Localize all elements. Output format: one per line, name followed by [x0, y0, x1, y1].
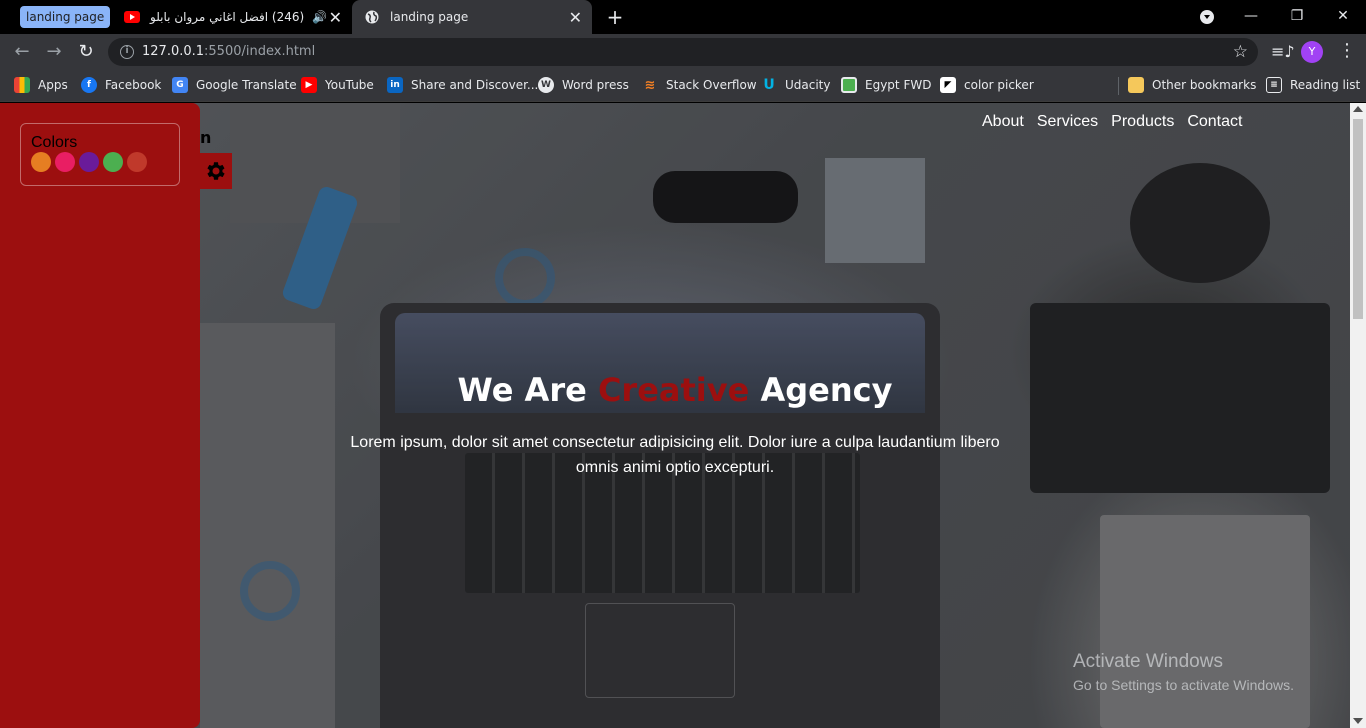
bookmark-youtube[interactable]: ▶ YouTube — [301, 70, 374, 100]
scroll-down-arrow-icon[interactable] — [1353, 718, 1363, 724]
landing-page: n About Services Products Contact We Are… — [0, 103, 1350, 728]
address-path: :5500/index.html — [204, 44, 316, 59]
colors-title: Colors — [31, 134, 78, 151]
bookmark-star-icon[interactable]: ☆ — [1233, 38, 1248, 66]
forward-icon[interactable]: → — [44, 42, 64, 62]
color-swatch-list — [31, 152, 147, 172]
folder-icon — [1128, 77, 1144, 93]
activate-windows-watermark: Activate Windows Go to Settings to activ… — [1073, 651, 1294, 693]
globe-icon — [364, 9, 380, 25]
bookmark-udacity[interactable]: U Udacity — [761, 70, 830, 100]
settings-toggle-button[interactable] — [200, 153, 232, 189]
color-swatch[interactable] — [127, 152, 147, 172]
new-tab-button[interactable]: + — [604, 6, 626, 28]
tab-title: landing page — [390, 10, 469, 24]
kebab-menu-icon[interactable]: ⋮ — [1338, 40, 1356, 61]
bookmarks-divider — [1118, 77, 1119, 95]
bookmark-egypt-fwd[interactable]: Egypt FWD — [841, 70, 931, 100]
facebook-icon: f — [81, 77, 97, 93]
bookmark-google-translate[interactable]: G Google Translate — [172, 70, 297, 100]
profile-avatar[interactable]: Y — [1301, 41, 1323, 63]
close-tab-icon[interactable]: ✕ — [569, 8, 582, 27]
color-swatch[interactable] — [79, 152, 99, 172]
tab-youtube[interactable]: (246) افضل اغاني مروان بابلو 🔊 ✕ — [112, 0, 352, 34]
restore-icon[interactable]: ❐ — [1274, 0, 1320, 34]
bookmark-linkedin[interactable]: in Share and Discover... — [387, 70, 538, 100]
site-logo[interactable]: n — [200, 128, 211, 147]
scroll-thumb[interactable] — [1353, 119, 1363, 319]
color-swatch[interactable] — [55, 152, 75, 172]
color-swatch[interactable] — [103, 152, 123, 172]
reading-list[interactable]: ≡ Reading list — [1266, 70, 1360, 100]
reload-icon[interactable]: ↻ — [76, 42, 96, 62]
apps-icon — [14, 77, 30, 93]
nav-link-about[interactable]: About — [982, 113, 1024, 131]
scroll-up-arrow-icon[interactable] — [1353, 106, 1363, 112]
browser-toolbar: ← → ↻ i 127.0.0.1:5500/index.html ☆ ≡♪ Y… — [0, 34, 1366, 70]
hero-title: We Are Creative Agency — [457, 371, 893, 409]
tab-title: (246) افضل اغاني مروان بابلو — [150, 10, 305, 24]
youtube-icon — [124, 9, 140, 25]
address-host: 127.0.0.1 — [142, 44, 205, 59]
bookmark-stackoverflow[interactable]: ≋ Stack Overflow — [642, 70, 757, 100]
media-controls-icon[interactable]: ≡♪ — [1271, 42, 1295, 61]
wordpress-icon: W — [538, 77, 554, 93]
close-window-icon[interactable]: ✕ — [1320, 0, 1366, 34]
hero-title-accent: Creative — [597, 371, 750, 409]
udacity-icon: U — [763, 77, 775, 93]
close-tab-icon[interactable]: ✕ — [329, 8, 342, 27]
tab-landing-page[interactable]: landing page ✕ — [352, 0, 592, 34]
tab-strip: landing page (246) افضل اغاني مروان بابل… — [0, 0, 1366, 34]
translate-icon: G — [172, 77, 188, 93]
hero-text: Lorem ipsum, dolor sit amet consectetur … — [350, 434, 1000, 476]
tab-group-chip[interactable]: landing page — [20, 6, 111, 28]
hero-overlay — [0, 103, 1350, 728]
gear-icon — [207, 162, 225, 180]
fwd-icon — [841, 77, 857, 93]
nav-link-products[interactable]: Products — [1111, 113, 1174, 131]
nav-link-services[interactable]: Services — [1037, 113, 1098, 131]
nav-link-contact[interactable]: Contact — [1187, 113, 1242, 131]
bookmark-facebook[interactable]: f Facebook — [81, 70, 161, 100]
bookmark-color-picker[interactable]: ◤ color picker — [940, 70, 1034, 100]
stackoverflow-icon: ≋ — [644, 77, 656, 93]
youtube-icon: ▶ — [301, 77, 317, 93]
settings-panel: Colors — [0, 103, 200, 728]
color-swatch[interactable] — [31, 152, 51, 172]
reading-list-icon: ≡ — [1266, 77, 1282, 93]
page-scrollbar[interactable] — [1350, 103, 1366, 728]
address-bar[interactable]: i 127.0.0.1:5500/index.html ☆ — [108, 38, 1258, 66]
info-icon[interactable]: i — [120, 45, 134, 59]
bookmark-wordpress[interactable]: W Word press — [538, 70, 629, 100]
other-bookmarks[interactable]: Other bookmarks — [1128, 70, 1256, 100]
linkedin-icon: in — [387, 77, 403, 93]
speaker-icon[interactable]: 🔊 — [312, 10, 327, 24]
minimize-icon[interactable]: — — [1228, 0, 1274, 34]
bookmark-apps[interactable]: Apps — [14, 70, 68, 100]
tab-search-icon[interactable] — [1184, 0, 1230, 34]
back-icon[interactable]: ← — [12, 42, 32, 62]
colorpicker-icon: ◤ — [940, 77, 956, 93]
site-nav: About Services Products Contact — [982, 113, 1242, 131]
colors-option-box: Colors — [20, 123, 180, 186]
bookmarks-bar: Apps f Facebook G Google Translate ▶ You… — [0, 70, 1366, 102]
